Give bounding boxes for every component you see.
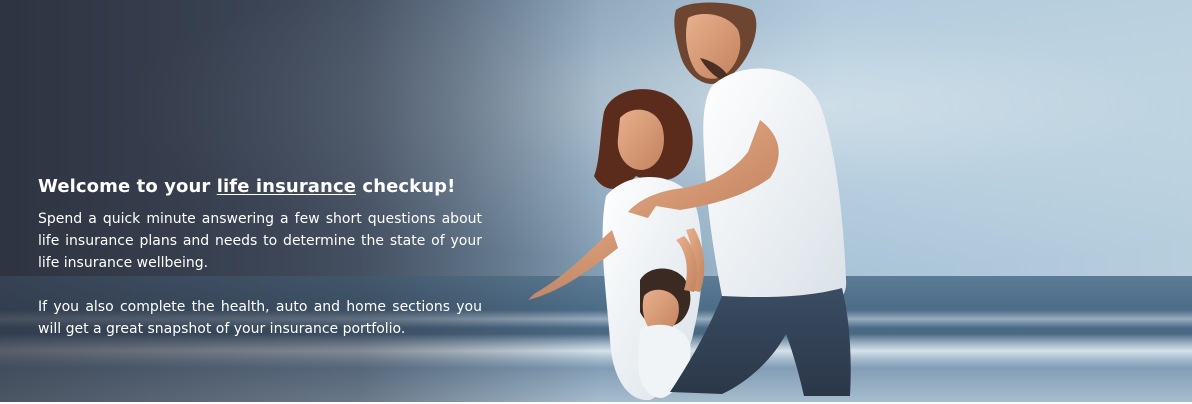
page-title: Welcome to your life insurance checkup! xyxy=(38,174,482,200)
hero-content: Welcome to your life insurance checkup! … xyxy=(38,174,482,340)
hero-banner: Welcome to your life insurance checkup! … xyxy=(0,0,1192,404)
title-prefix: Welcome to your xyxy=(38,176,211,197)
life-insurance-link[interactable]: life insurance xyxy=(217,176,356,197)
portfolio-paragraph: If you also complete the health, auto an… xyxy=(38,299,482,337)
title-suffix: checkup! xyxy=(362,176,456,197)
intro-paragraph: Spend a quick minute answering a few sho… xyxy=(38,211,482,271)
